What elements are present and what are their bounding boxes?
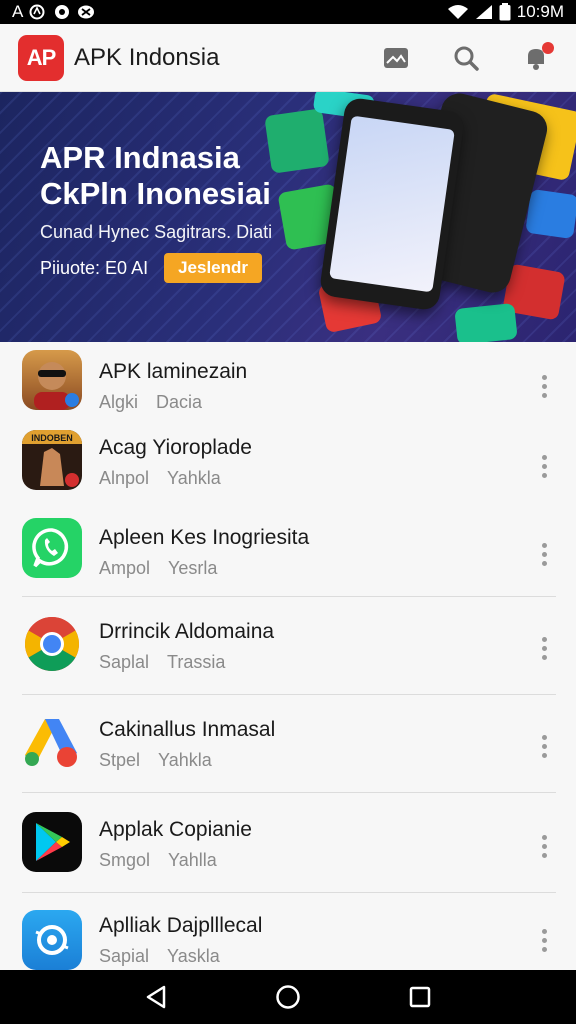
battery-icon (499, 3, 511, 21)
banner-title-line1: APR Indnasia (40, 140, 240, 175)
game-icon-text: INDOBEN (31, 433, 73, 443)
app-meta-category: Yahlla (168, 850, 217, 870)
app-meta: Algki Dacia (99, 392, 247, 413)
camera-app-icon (22, 910, 82, 970)
divider (22, 892, 556, 893)
list-item[interactable]: Applak Copianie Smgol Yahlla (0, 804, 576, 884)
app-meta-category: Trassia (167, 652, 226, 672)
app-info: Aplliak Dajplllecal Sapial Yaskla (99, 914, 262, 967)
back-icon[interactable] (136, 977, 176, 1017)
play-store-icon (22, 812, 82, 872)
banner-title-line2: CkPln Inonesiai (40, 176, 271, 211)
tiktok-icon (77, 4, 95, 20)
wifi-icon (447, 4, 469, 20)
banner-subtitle: Cunad Hynec Sagitrars. Diati (40, 222, 273, 242)
app-meta-category: Yaskla (167, 946, 220, 966)
app-meta-developer: Sapial (99, 946, 150, 966)
app-meta: Alnpol Yahkla (99, 468, 252, 489)
app-meta-category: Yesrla (168, 558, 218, 578)
more-options-icon[interactable] (534, 370, 554, 402)
whatsapp-icon (22, 518, 82, 578)
more-options-icon[interactable] (534, 830, 554, 862)
google-ads-icon (22, 712, 82, 772)
status-carrier-text: A (12, 2, 24, 21)
more-options-icon[interactable] (534, 730, 554, 762)
media-icon (53, 4, 71, 20)
app-meta: Ampol Yesrla (99, 558, 309, 579)
gallery-icon[interactable] (374, 36, 418, 80)
notification-badge (542, 41, 554, 54)
app-list: APK laminezain Algki Dacia INDOBEN Acag Y… (0, 342, 576, 970)
list-item[interactable]: Aplliak Dajplllecal Sapial Yaskla (0, 902, 576, 970)
more-options-icon[interactable] (534, 924, 554, 956)
more-options-icon[interactable] (534, 538, 554, 570)
list-item[interactable]: Cakinallus Inmasal Stpel Yahkla (0, 704, 576, 784)
banner-cta-row: Piiuote: E0 AI Jeslendr (40, 253, 272, 283)
app-info: Applak Copianie Smgol Yahlla (99, 818, 252, 871)
app-meta-developer: Smgol (99, 850, 151, 870)
app-info: Cakinallus Inmasal Stpel Yahkla (99, 718, 275, 771)
avatar-app-icon (22, 350, 82, 410)
notifications-icon[interactable] (514, 36, 558, 80)
banner-cta-button[interactable]: Jeslendr (164, 253, 263, 283)
banner-small-text: Piiuote: E0 AI (40, 257, 149, 278)
app-meta-developer: Algki (99, 392, 139, 412)
signal-icon (475, 4, 493, 20)
banner-tile-icon (454, 302, 518, 342)
app-name: Applak Copianie (99, 818, 252, 841)
app-meta: Smgol Yahlla (99, 850, 252, 871)
app-meta-developer: Stpel (99, 750, 141, 770)
app-name: Apleen Kes Inogriesita (99, 526, 310, 549)
list-item[interactable]: Drrincik Aldomaina Saplal Trassia (0, 606, 576, 686)
app-screen: A 10:9M AP APK Indonsia APR Indnasia CkP… (0, 0, 576, 1024)
app-meta: Sapial Yaskla (99, 946, 262, 967)
divider (22, 792, 556, 793)
navigation-bar (0, 970, 576, 1024)
more-options-icon[interactable] (534, 450, 554, 482)
chrome-icon (22, 614, 82, 674)
app-name: Cakinallus Inmasal (99, 718, 276, 741)
recents-icon[interactable] (400, 977, 440, 1017)
promo-banner[interactable]: APR Indnasia CkPln Inonesiai Cunad Hynec… (0, 92, 576, 342)
list-item[interactable]: INDOBEN Acag Yioroplade Alnpol Yahkla (0, 426, 576, 506)
app-name: APK laminezain (99, 360, 248, 383)
app-info: Drrincik Aldomaina Saplal Trassia (99, 620, 274, 673)
app-meta-developer: Saplal (99, 652, 150, 672)
app-meta-category: Dacia (156, 392, 203, 412)
app-title: APK Indonsia (74, 43, 220, 71)
app-meta-developer: Alnpol (99, 468, 150, 488)
app-info: Acag Yioroplade Alnpol Yahkla (99, 436, 252, 489)
banner-tile-icon (264, 108, 330, 174)
divider (22, 596, 556, 597)
app-meta-category: Yahkla (167, 468, 221, 488)
clock: 10:9M (516, 2, 564, 21)
app-logo: AP (18, 34, 64, 81)
app-name: Drrincik Aldomaina (99, 620, 275, 643)
accessibility-icon (29, 4, 47, 20)
list-item[interactable]: Apleen Kes Inogriesita Ampol Yesrla (0, 514, 576, 594)
app-name: Acag Yioroplade (99, 436, 252, 459)
divider (22, 694, 556, 695)
banner-text: APR Indnasia CkPln Inonesiai Cunad Hynec… (40, 140, 272, 283)
app-name: Aplliak Dajplllecal (99, 914, 263, 937)
status-left: A (12, 2, 95, 22)
game-app-icon: INDOBEN (22, 430, 82, 490)
search-icon[interactable] (444, 36, 488, 80)
more-options-icon[interactable] (534, 632, 554, 664)
banner-tile-icon (525, 188, 576, 240)
status-bar: A 10:9M (0, 0, 576, 24)
app-info: Apleen Kes Inogriesita Ampol Yesrla (99, 526, 309, 579)
app-meta: Stpel Yahkla (99, 750, 275, 771)
app-meta-category: Yahkla (158, 750, 212, 770)
home-icon[interactable] (268, 977, 308, 1017)
app-meta-developer: Ampol (99, 558, 151, 578)
list-item[interactable]: APK laminezain Algki Dacia (0, 348, 576, 424)
app-info: APK laminezain Algki Dacia (99, 360, 247, 413)
app-bar: AP APK Indonsia (0, 24, 576, 92)
app-meta: Saplal Trassia (99, 652, 274, 673)
status-right: 10:9M (447, 2, 564, 22)
